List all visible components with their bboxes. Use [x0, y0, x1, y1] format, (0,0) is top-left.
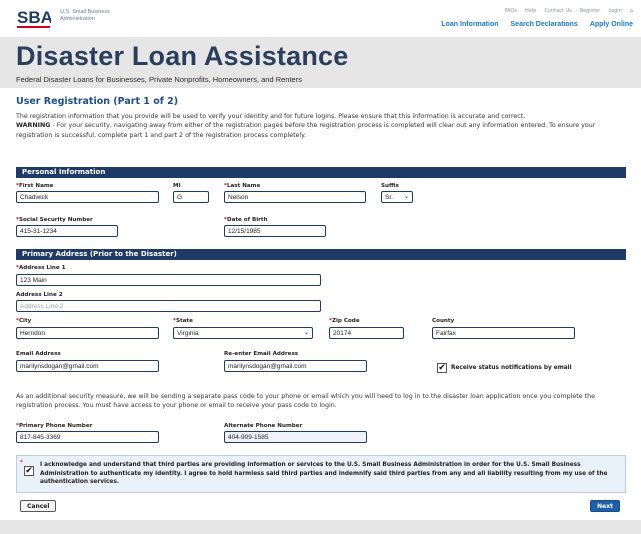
suffix-value: Sr.: [385, 194, 393, 201]
last-name-label: *Last Name: [224, 183, 261, 189]
search-declarations-link[interactable]: Search Declarations: [511, 21, 578, 28]
page-banner: Disaster Loan Assistance Federal Disaste…: [0, 37, 641, 88]
primary-address-header: Primary Address (Prior to the Disaster): [16, 249, 626, 260]
login-link[interactable]: Login: [608, 8, 622, 14]
warning-label: WARNING: [16, 122, 51, 130]
email-label: Email Address: [16, 351, 61, 357]
loan-information-link[interactable]: Loan Information: [441, 21, 498, 28]
register-link[interactable]: Register: [580, 8, 601, 14]
banner-title: Disaster Loan Assistance: [16, 41, 349, 71]
agency-line2: Administration: [60, 16, 95, 22]
sba-logo[interactable]: SBA: [17, 6, 51, 30]
mi-input[interactable]: G: [173, 191, 209, 203]
primary-phone-label: *Primary Phone Number: [16, 423, 93, 429]
county-label: County: [432, 318, 455, 324]
agency-line1: U.S. Small Business: [60, 9, 110, 15]
city-label: *City: [16, 318, 32, 324]
alternate-phone-label: Alternate Phone Number: [224, 423, 303, 429]
ssn-input[interactable]: 415-31-1234: [16, 225, 118, 237]
first-name-input[interactable]: Chadwick: [16, 191, 159, 203]
address-line2-label: Address Line 2: [16, 292, 63, 298]
reenter-email-input[interactable]: marilynsdogan@gmail.com: [224, 360, 367, 372]
help-link[interactable]: Help: [525, 8, 536, 14]
contact-us-link[interactable]: Contact Us: [544, 8, 571, 14]
apply-online-link[interactable]: Apply Online: [590, 21, 633, 28]
state-value: Virginia: [177, 330, 199, 337]
last-name-input[interactable]: Nelson: [224, 191, 366, 203]
suffix-label: Suffix: [381, 183, 399, 189]
next-button[interactable]: Next: [590, 500, 620, 512]
email-input[interactable]: marilynsdogan@gmail.com: [16, 360, 159, 372]
agency-name: U.S. Small Business Administration: [60, 9, 110, 23]
home-icon[interactable]: ⌂: [630, 8, 633, 14]
page-title: User Registration (Part 1 of 2): [16, 96, 179, 107]
warning-paragraph: WARNING - For your security, navigating …: [16, 121, 626, 140]
ssn-label: *Social Security Number: [16, 217, 93, 223]
banner-subtitle: Federal Disaster Loans for Businesses, P…: [16, 75, 302, 84]
city-input[interactable]: Herndon: [16, 327, 159, 339]
state-select[interactable]: Virginia ⌄: [173, 327, 313, 339]
utility-nav: FAQs Help Contact Us Register Login ⌂: [505, 8, 633, 14]
required-mark: *: [20, 459, 23, 466]
zip-input[interactable]: 20174: [329, 327, 404, 339]
reenter-email-label: Re-enter Email Address: [224, 351, 299, 357]
first-name-label: *First Name: [16, 183, 54, 189]
chevron-down-icon: ⌄: [303, 330, 309, 336]
address-line2-input[interactable]: Address Line 2: [16, 300, 321, 312]
notify-label: Receive status notifications by email: [451, 365, 572, 371]
mi-label: MI: [173, 183, 181, 189]
faqs-link[interactable]: FAQs: [505, 8, 517, 14]
security-note: As an additional security measure, we wi…: [16, 393, 595, 410]
personal-info-header: Personal Information: [16, 167, 626, 178]
acknowledge-checkbox[interactable]: ✔: [24, 466, 34, 476]
zip-label: *Zip Code: [329, 318, 360, 324]
alternate-phone-input[interactable]: 404-909-1585: [224, 431, 367, 443]
dob-input[interactable]: 12/15/1985: [224, 225, 326, 237]
top-header: SBA U.S. Small Business Administration F…: [0, 0, 641, 36]
notify-checkbox[interactable]: ✔: [437, 363, 447, 373]
page-footer: [0, 520, 641, 534]
suffix-select[interactable]: Sr. ⌄: [381, 191, 413, 203]
address-line1-label: *Address Line 1: [16, 265, 66, 271]
checkmark-icon: ✔: [25, 466, 33, 476]
warning-text: - For your security, navigating away fro…: [16, 122, 596, 139]
intro-paragraph: The registration information that you pr…: [16, 113, 526, 120]
address-line1-input[interactable]: 123 Main: [16, 274, 321, 286]
checkmark-icon: ✔: [438, 363, 446, 373]
cancel-button[interactable]: Cancel: [20, 500, 57, 512]
county-input[interactable]: Fairfax: [432, 327, 575, 339]
chevron-down-icon: ⌄: [403, 194, 409, 200]
sba-logo-text: SBA: [17, 8, 51, 27]
dob-label: *Date of Birth: [224, 217, 268, 223]
acknowledgement-box: * ✔ I acknowledge and understand that th…: [16, 455, 626, 493]
intro-text: The registration information that you pr…: [16, 112, 626, 140]
acknowledge-text: I acknowledge and understand that third …: [40, 462, 608, 486]
main-nav: Loan Information Search Declarations App…: [441, 21, 633, 28]
button-bar: Cancel Next: [16, 496, 626, 515]
primary-phone-input[interactable]: 817-845-3369: [16, 431, 159, 443]
state-label: *State: [173, 318, 193, 324]
